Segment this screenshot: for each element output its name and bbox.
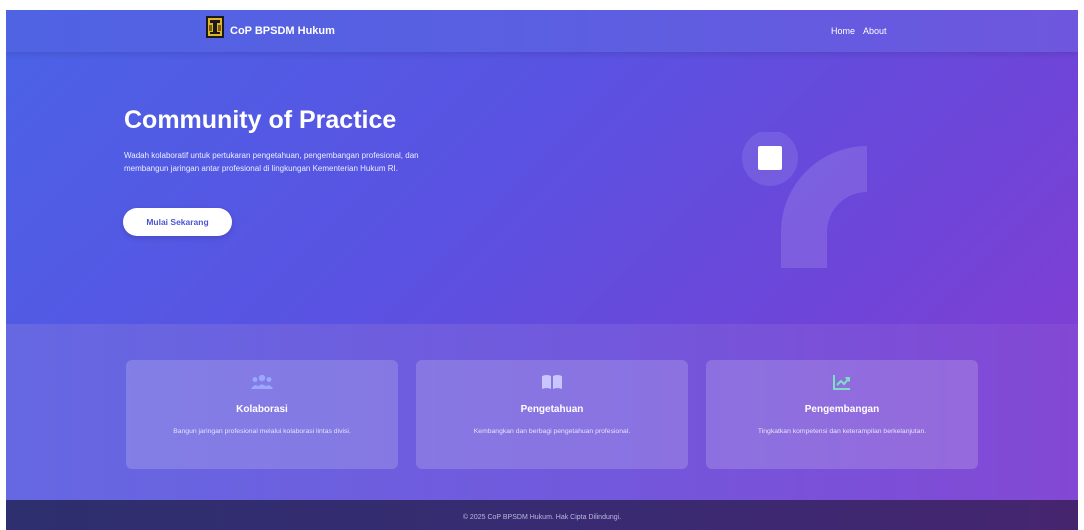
users-icon bbox=[126, 373, 398, 391]
mulai-sekarang-button[interactable]: Mulai Sekarang bbox=[123, 208, 232, 236]
features-section: Kolaborasi Bangun jaringan profesional m… bbox=[6, 324, 1078, 500]
brand-name: CoP BPSDM Hukum bbox=[230, 25, 335, 37]
brand[interactable]: CoP BPSDM Hukum bbox=[206, 10, 335, 52]
footer: © 2025 CoP BPSDM Hukum. Hak Cipta Dilind… bbox=[6, 500, 1078, 530]
nav-link-about[interactable]: About bbox=[863, 26, 887, 36]
navbar: CoP BPSDM Hukum Home About bbox=[6, 10, 1078, 52]
copyright-text: © 2025 CoP BPSDM Hukum. Hak Cipta Dilind… bbox=[462, 514, 622, 521]
hero-illustration bbox=[726, 130, 906, 312]
feature-title: Pengetahuan bbox=[520, 404, 584, 415]
page-frame: CoP BPSDM Hukum Home About Community of … bbox=[6, 10, 1078, 530]
ministry-logo-icon bbox=[206, 16, 224, 38]
feature-description: Tingkatkan kompetensi dan keterampilan b… bbox=[757, 428, 927, 435]
feature-card-pengembangan: Pengembangan Tingkatkan kompetensi dan k… bbox=[706, 360, 978, 469]
nav-link-home[interactable]: Home bbox=[831, 26, 855, 36]
nav-links: Home About bbox=[831, 10, 887, 52]
feature-title: Pengembangan bbox=[804, 404, 880, 415]
feature-title: Kolaborasi bbox=[236, 404, 288, 415]
feature-description: Kembangkan dan berbagi pengetahuan profe… bbox=[473, 428, 631, 435]
book-open-icon bbox=[416, 373, 688, 391]
hero-title: Community of Practice bbox=[124, 106, 397, 134]
chart-line-icon bbox=[706, 373, 978, 391]
hero-description: Wadah kolaboratif untuk pertukaran penge… bbox=[124, 151, 419, 173]
feature-description: Bangun jaringan profesional melalui kola… bbox=[173, 428, 351, 435]
hero-section: Community of Practice Wadah kolaboratif … bbox=[6, 52, 1078, 324]
feature-card-pengetahuan: Pengetahuan Kembangkan dan berbagi penge… bbox=[416, 360, 688, 469]
feature-card-kolaborasi: Kolaborasi Bangun jaringan profesional m… bbox=[126, 360, 398, 469]
